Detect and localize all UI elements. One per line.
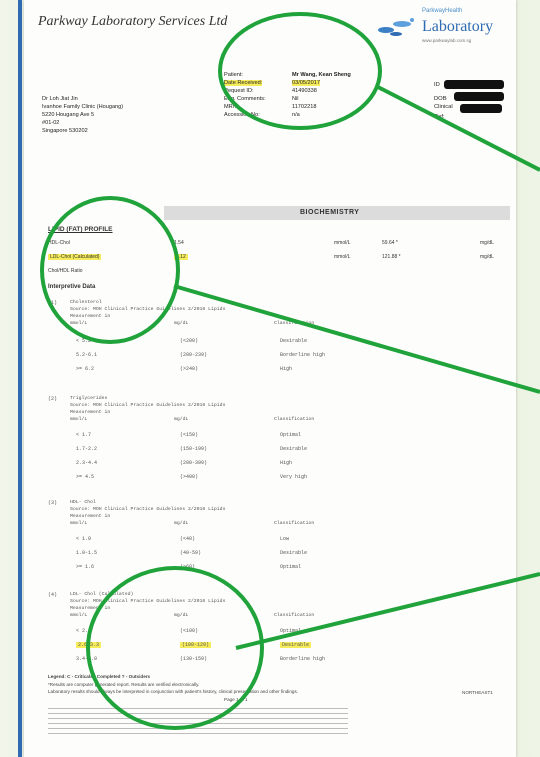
annotation-pointer-line — [375, 84, 540, 172]
annotation-pointers — [173, 84, 540, 650]
annotation-pointer-line — [235, 572, 540, 650]
annotation-pointer-line — [173, 284, 540, 394]
